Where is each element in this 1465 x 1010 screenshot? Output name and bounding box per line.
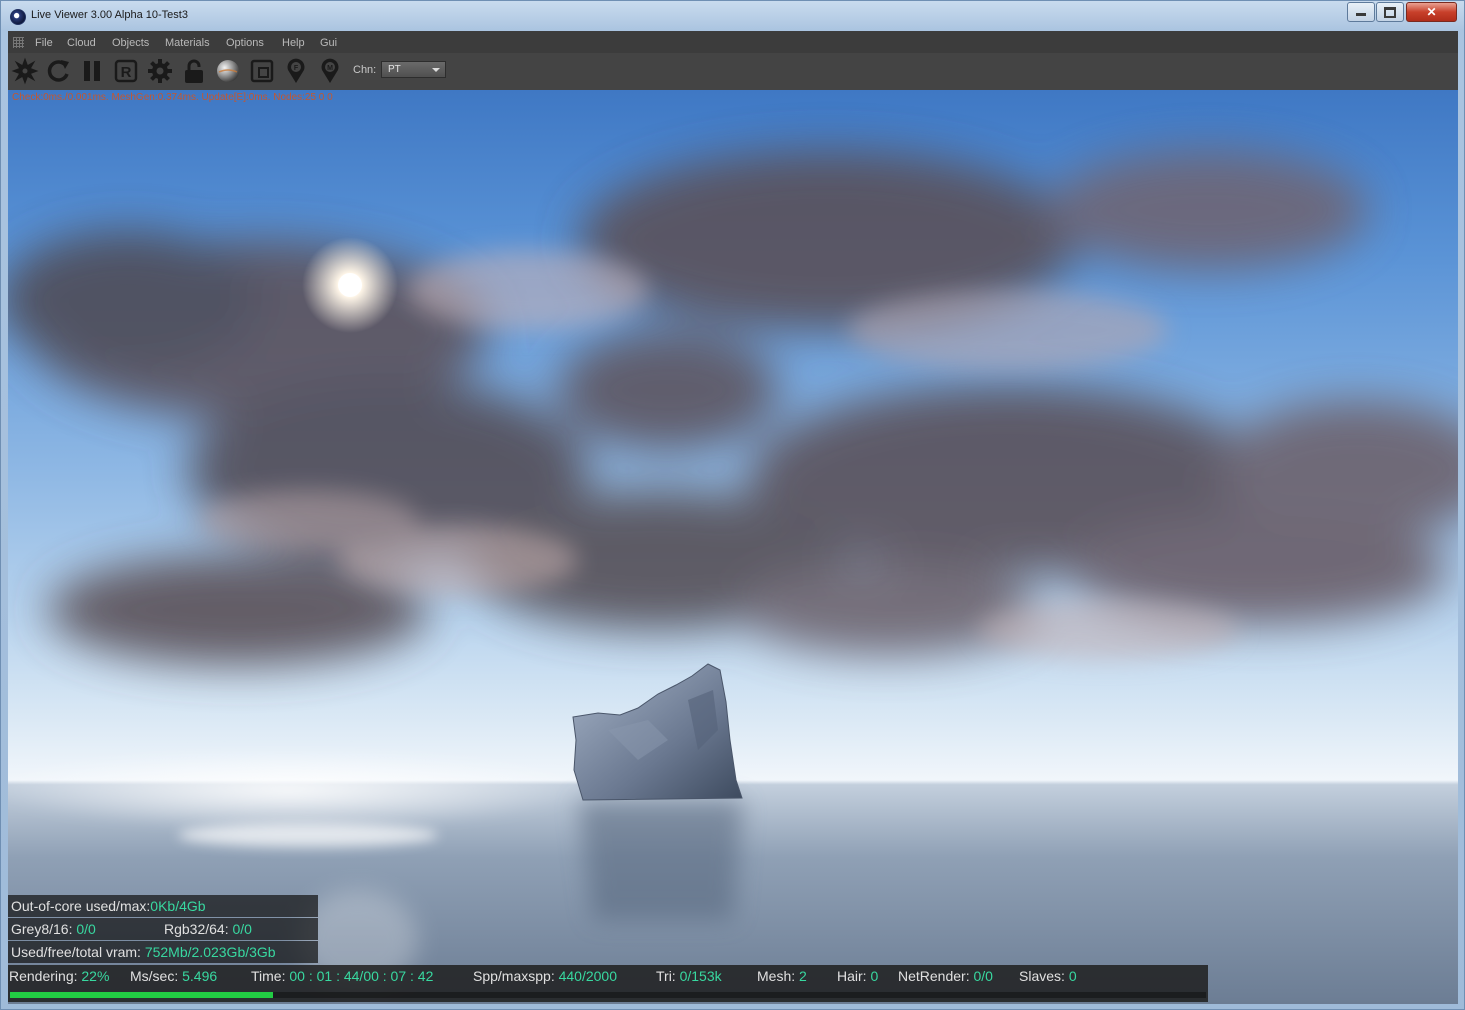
spp-status: Spp/maxspp: 440/2000 xyxy=(473,968,617,984)
tri-status: Tri: 0/153k xyxy=(656,968,722,984)
aperture-icon[interactable] xyxy=(11,57,39,85)
chevron-down-icon xyxy=(432,68,440,72)
rgb-value: 0/0 xyxy=(232,921,252,937)
vram-row: Used/free/total vram: 752Mb/2.023Gb/3Gb xyxy=(8,941,318,963)
channel-label: Chn: xyxy=(353,64,377,76)
restore-icon xyxy=(1384,7,1396,18)
mesh-label: Mesh: xyxy=(757,968,800,984)
client-area: File Cloud Objects Materials Options Hel… xyxy=(8,31,1458,1004)
sphere-icon[interactable] xyxy=(214,57,242,85)
r-icon[interactable]: R xyxy=(112,57,140,85)
svg-text:M: M xyxy=(327,65,333,72)
app-logo-icon xyxy=(10,9,26,25)
lock-icon[interactable] xyxy=(180,57,208,85)
tri-label: Tri: xyxy=(656,968,680,984)
refresh-icon[interactable] xyxy=(44,57,72,85)
close-icon: ✕ xyxy=(1426,5,1437,19)
spp-value: 440/2000 xyxy=(558,968,618,984)
rendering-value: 22% xyxy=(81,968,110,984)
slaves-label: Slaves: xyxy=(1019,968,1069,984)
grey-textures: Grey8/16: 0/0 xyxy=(11,918,96,940)
netrender-value: 0/0 xyxy=(973,968,993,984)
window-title: Live Viewer 3.00 Alpha 10-Test3 xyxy=(31,9,188,21)
rgb-textures: Rgb32/64: 0/0 xyxy=(164,918,252,940)
pin-m-icon[interactable]: M xyxy=(316,57,344,85)
out-of-core-label: Out-of-core used/max: xyxy=(11,898,151,914)
title-bar[interactable]: Live Viewer 3.00 Alpha 10-Test3 ✕ xyxy=(1,1,1464,31)
menu-grip-icon[interactable] xyxy=(13,37,24,48)
close-button[interactable]: ✕ xyxy=(1406,2,1457,22)
minimize-icon xyxy=(1356,13,1366,16)
channel-value: PT xyxy=(388,64,401,75)
svg-text:F: F xyxy=(294,65,299,72)
channel-select[interactable]: PT xyxy=(381,61,446,78)
ms-per-sec: Ms/sec: 5.496 xyxy=(130,968,217,984)
ms-label: Ms/sec: xyxy=(130,968,183,984)
pause-icon[interactable] xyxy=(78,57,106,85)
render-stats-line: Check:0ms./0.001ms. MeshGen:0.374ms. Upd… xyxy=(12,92,333,103)
menu-materials[interactable]: Materials xyxy=(165,37,210,49)
rendering-status: Rendering: 22% xyxy=(9,968,109,984)
grey-value: 0/0 xyxy=(76,921,96,937)
pin-f-icon[interactable]: F xyxy=(282,57,310,85)
render-image xyxy=(8,150,1458,990)
maximize-button[interactable] xyxy=(1376,2,1404,22)
hair-value: 0 xyxy=(870,968,879,984)
hair-status: Hair: 0 xyxy=(837,968,878,984)
tri-value: 0/153k xyxy=(679,968,722,984)
rendering-label: Rendering: xyxy=(9,968,82,984)
svg-text:R: R xyxy=(121,64,132,81)
app-window: Live Viewer 3.00 Alpha 10-Test3 ✕ File C… xyxy=(0,0,1465,1010)
netrender-label: NetRender: xyxy=(898,968,974,984)
out-of-core-row: Out-of-core used/max:0Kb/4Gb xyxy=(8,895,318,917)
render-viewport[interactable]: Check:0ms./0.001ms. MeshGen:0.374ms. Upd… xyxy=(8,90,1458,1004)
hair-label: Hair: xyxy=(837,968,871,984)
region-icon[interactable] xyxy=(248,57,276,85)
menu-objects[interactable]: Objects xyxy=(112,37,149,49)
menu-file[interactable]: File xyxy=(35,37,53,49)
vram-value: 752Mb/2.023Gb/3Gb xyxy=(144,944,276,960)
texture-count-row: Grey8/16: 0/0 Rgb32/64: 0/0 xyxy=(8,918,318,940)
vram-label: Used/free/total vram: xyxy=(11,944,145,960)
out-of-core-value: 0Kb/4Gb xyxy=(150,898,206,914)
ms-value: 5.496 xyxy=(182,968,218,984)
slaves-status: Slaves: 0 xyxy=(1019,968,1077,984)
time-value: 00 : 01 : 44/00 : 07 : 42 xyxy=(289,968,434,984)
toolbar: R F M Chn: PT xyxy=(8,53,1458,90)
netrender-status: NetRender: 0/0 xyxy=(898,968,993,984)
minimize-button[interactable] xyxy=(1347,2,1375,22)
time-label: Time: xyxy=(251,968,290,984)
slaves-value: 0 xyxy=(1068,968,1077,984)
render-status-bar: Rendering: 22% Ms/sec: 5.496 Time: 00 : … xyxy=(8,965,1208,1002)
mesh-status: Mesh: 2 xyxy=(757,968,807,984)
render-progress-bar xyxy=(10,992,1206,998)
render-progress-fill xyxy=(10,992,274,998)
menu-options[interactable]: Options xyxy=(226,37,264,49)
menu-help[interactable]: Help xyxy=(282,37,305,49)
gear-icon[interactable] xyxy=(146,57,174,85)
grey-label: Grey8/16: xyxy=(11,921,77,937)
spp-label: Spp/maxspp: xyxy=(473,968,559,984)
rgb-label: Rgb32/64: xyxy=(164,921,233,937)
mesh-value: 2 xyxy=(799,968,807,984)
menu-gui[interactable]: Gui xyxy=(320,37,337,49)
time-status: Time: 00 : 01 : 44/00 : 07 : 42 xyxy=(251,968,433,984)
menu-cloud[interactable]: Cloud xyxy=(67,37,96,49)
menu-bar: File Cloud Objects Materials Options Hel… xyxy=(8,31,1458,54)
